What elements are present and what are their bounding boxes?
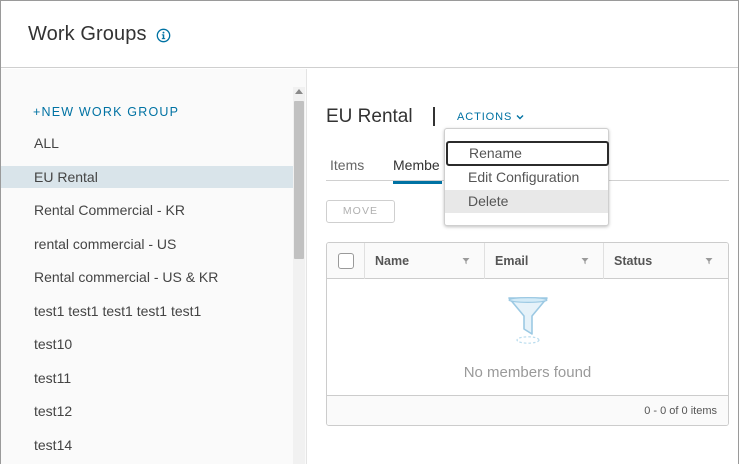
menu-item-edit-configuration[interactable]: Edit Configuration	[445, 166, 608, 189]
select-all-checkbox[interactable]	[338, 253, 354, 269]
select-all-cell	[327, 243, 365, 279]
column-header-status[interactable]: Status	[604, 243, 728, 279]
actions-label: ACTIONS	[457, 111, 513, 123]
work-group-item[interactable]: Rental Commercial - KR	[1, 199, 293, 221]
actions-button[interactable]: ACTIONS	[457, 111, 524, 123]
filter-icon[interactable]	[581, 257, 589, 265]
work-group-item[interactable]: test11	[1, 367, 293, 389]
work-group-item[interactable]: test10	[1, 333, 293, 355]
work-group-item[interactable]: rental commercial - US	[1, 233, 293, 255]
new-work-group-button[interactable]: +NEW WORK GROUP	[33, 105, 179, 119]
sidebar-scrollbar[interactable]	[293, 87, 305, 464]
work-group-item[interactable]: test12	[1, 400, 293, 422]
chevron-down-icon	[516, 115, 524, 120]
grid-footer: 0 - 0 of 0 items	[327, 395, 728, 425]
grid-body: No members found	[327, 280, 728, 395]
work-group-item-selected[interactable]: EU Rental	[1, 165, 293, 188]
column-label: Email	[495, 254, 529, 268]
members-grid: Name Email Status No members found 0 - 0…	[326, 242, 729, 426]
work-group-item[interactable]: Rental commercial - US & KR	[1, 266, 293, 288]
work-group-list: ALL EU Rental Rental Commercial - KR ren…	[1, 132, 293, 464]
app-frame: Work Groups +NEW WORK GROUP ALL EU Renta…	[0, 0, 739, 464]
scroll-up-arrow-icon[interactable]	[295, 89, 303, 94]
column-header-name[interactable]: Name	[365, 243, 485, 279]
grid-header: Name Email Status	[327, 243, 728, 279]
move-button[interactable]: MOVE	[326, 200, 395, 223]
work-group-item[interactable]: ALL	[1, 132, 293, 154]
column-label: Name	[375, 254, 410, 268]
empty-state-message: No members found	[463, 364, 592, 381]
tab-members[interactable]: Membe	[393, 157, 442, 184]
scrollbar-thumb[interactable]	[294, 101, 304, 259]
page-title: Work Groups	[28, 23, 147, 45]
funnel-icon	[508, 296, 548, 344]
tab-items[interactable]: Items	[330, 157, 364, 181]
work-group-item[interactable]: test14	[1, 434, 293, 456]
column-label: Status	[614, 254, 653, 268]
work-group-item[interactable]: test1 test1 test1 test1 test1	[1, 300, 293, 322]
work-group-sidebar: +NEW WORK GROUP ALL EU Rental Rental Com…	[1, 69, 307, 464]
menu-item-rename[interactable]: Rename	[446, 141, 609, 166]
detail-title: EU Rental	[326, 106, 413, 127]
title-divider	[433, 107, 435, 126]
page-header: Work Groups	[1, 1, 738, 68]
filter-icon[interactable]	[462, 257, 470, 265]
actions-dropdown-menu: Rename Edit Configuration Delete	[444, 128, 609, 226]
menu-item-delete[interactable]: Delete	[445, 190, 608, 213]
info-icon[interactable]	[156, 28, 171, 43]
filter-icon[interactable]	[705, 257, 713, 265]
column-header-email[interactable]: Email	[485, 243, 604, 279]
item-count: 0 - 0 of 0 items	[644, 405, 717, 417]
